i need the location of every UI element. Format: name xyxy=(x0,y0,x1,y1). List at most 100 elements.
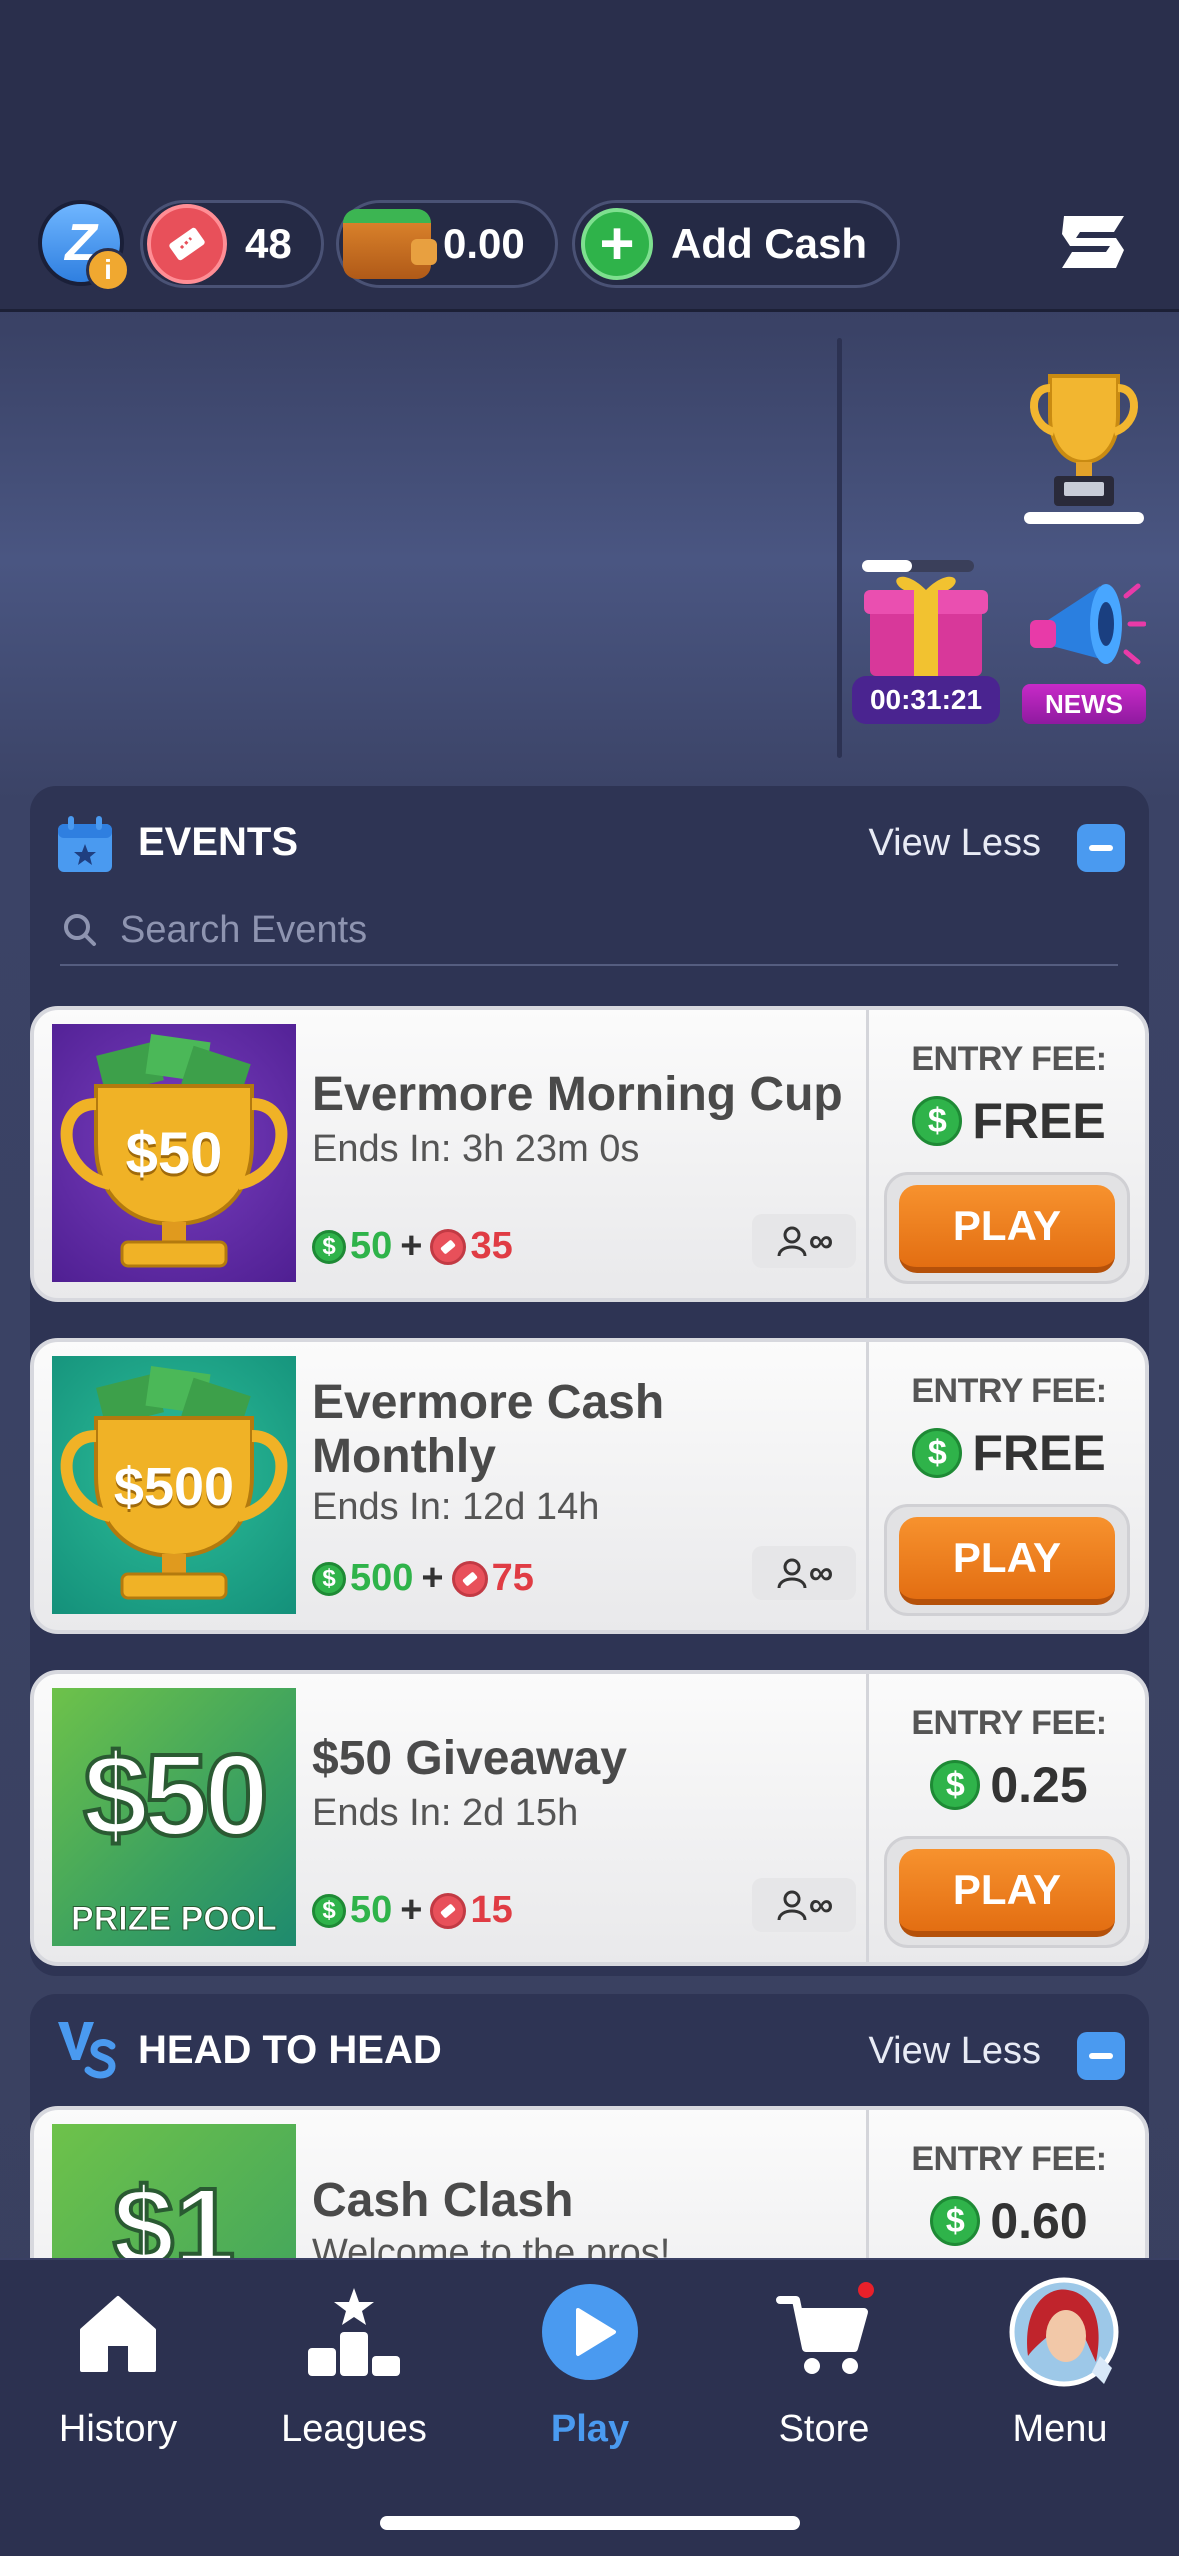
entry-fee-value: 0.60 xyxy=(990,2193,1088,2249)
versus-icon xyxy=(58,2022,116,2079)
trophy-icon[interactable] xyxy=(1022,366,1146,526)
play-button-frame: PLAY xyxy=(884,1504,1130,1616)
event-card[interactable]: $50 PRIZE POOL $50 Giveaway Ends In: 2d … xyxy=(30,1670,1149,1966)
ticket-count: 48 xyxy=(245,220,292,267)
nav-store[interactable]: Store xyxy=(724,2260,924,2460)
ticket-prize: 75 xyxy=(491,1557,534,1599)
nav-play-label: Play xyxy=(550,2408,630,2450)
bottom-nav: History Leagues Play Store Menu xyxy=(0,2258,1179,2556)
event-ends: Ends In: 2d 15h xyxy=(312,1792,579,1834)
entry-fee: $ FREE xyxy=(869,1424,1149,1482)
gift-icon xyxy=(862,560,988,676)
cash-icon: $ xyxy=(312,1893,346,1928)
profile-level-badge[interactable]: Z i xyxy=(38,200,130,292)
gift-reward-button[interactable]: 00:31:21 xyxy=(852,560,1000,724)
leagues-icon xyxy=(308,2288,400,2376)
event-ends: Ends In: 12d 14h xyxy=(312,1486,600,1528)
h2h-name: Cash Clash xyxy=(312,2174,574,2227)
ticket-prize: 35 xyxy=(470,1225,513,1267)
add-cash-button[interactable]: + Add Cash xyxy=(572,200,900,288)
nav-history-label: History xyxy=(58,2408,178,2450)
news-button[interactable]: NEWS xyxy=(1022,566,1147,724)
thumbnail-subtitle: PRIZE POOL xyxy=(71,1900,278,1939)
event-thumbnail: $50 xyxy=(52,1024,296,1282)
events-collapse-button[interactable] xyxy=(1077,824,1125,872)
user-icon xyxy=(777,1890,807,1921)
ticket-icon xyxy=(430,1228,467,1265)
entry-fee-label: ENTRY FEE: xyxy=(911,2140,1107,2178)
entry-fee-label: ENTRY FEE: xyxy=(911,1372,1107,1410)
cash-icon: $ xyxy=(930,1760,981,1810)
search-events-input[interactable]: Search Events xyxy=(60,896,1118,966)
thumbnail-prize: $50 xyxy=(125,1121,223,1186)
cash-icon: $ xyxy=(312,1229,346,1264)
play-button[interactable]: PLAY xyxy=(899,1185,1115,1273)
cart-icon xyxy=(776,2282,874,2374)
h2h-collapse-button[interactable] xyxy=(1077,2032,1125,2080)
megaphone-icon xyxy=(1030,583,1147,665)
cash-prize: 50 xyxy=(350,1225,393,1267)
nav-history[interactable]: History xyxy=(18,2260,218,2460)
h2h-header: HEAD TO HEAD View Less xyxy=(30,1994,1149,2104)
event-name-line2: Monthly xyxy=(312,1430,496,1483)
event-card[interactable]: $50 Evermore Morning Cup Ends In: 3h 23m… xyxy=(30,1006,1149,1302)
search-placeholder: Search Events xyxy=(120,908,368,951)
cash-icon: $ xyxy=(930,2196,981,2246)
entry-fee: $ 0.60 xyxy=(869,2192,1149,2250)
wallet-pill[interactable]: 0.00 xyxy=(336,200,558,288)
h2h-title: HEAD TO HEAD xyxy=(138,2028,442,2072)
event-name: Evermore Cash Monthly xyxy=(312,1376,664,1484)
event-card[interactable]: $500 Evermore Cash Monthly Ends In: 12d … xyxy=(30,1338,1149,1634)
calendar-icon xyxy=(58,816,112,872)
entry-fee: $ 0.25 xyxy=(869,1756,1149,1814)
search-icon xyxy=(64,914,96,946)
info-letter: i xyxy=(104,254,112,285)
play-button[interactable]: PLAY xyxy=(899,1849,1115,1937)
skillz-logo-icon[interactable] xyxy=(1054,208,1134,276)
cash-icon: $ xyxy=(912,1428,963,1478)
wallet-icon xyxy=(343,209,437,279)
nav-leagues-label: Leagues xyxy=(281,2408,427,2450)
entry-fee-value: 0.25 xyxy=(990,1757,1088,1813)
nav-leagues[interactable]: Leagues xyxy=(254,2260,454,2460)
events-view-less[interactable]: View Less xyxy=(868,822,1041,865)
players-badge: ∞ xyxy=(752,1546,856,1600)
rewards-divider xyxy=(837,338,842,758)
entry-fee-label: ENTRY FEE: xyxy=(911,1704,1107,1742)
plus-sign: + xyxy=(400,1225,423,1267)
play-button-frame: PLAY xyxy=(884,1836,1130,1948)
nav-play[interactable]: Play xyxy=(490,2260,690,2460)
play-button[interactable]: PLAY xyxy=(899,1517,1115,1605)
play-button-frame: PLAY xyxy=(884,1172,1130,1284)
players-count: ∞ xyxy=(808,1221,834,1260)
home-icon xyxy=(80,2296,156,2372)
events-title: EVENTS xyxy=(138,820,299,864)
tickets-pill[interactable]: 48 xyxy=(140,200,324,288)
event-prizes: $ 500 + 75 xyxy=(312,1557,534,1600)
h2h-view-less[interactable]: View Less xyxy=(868,2030,1041,2073)
ticket-icon xyxy=(147,204,227,284)
players-count: ∞ xyxy=(808,1553,834,1592)
plus-sign: + xyxy=(400,1889,423,1931)
event-prizes: $ 50 + 15 xyxy=(312,1889,513,1932)
entry-fee: $ FREE xyxy=(869,1092,1149,1150)
event-name: Evermore Morning Cup xyxy=(312,1068,843,1121)
event-name: $50 Giveaway xyxy=(312,1732,627,1785)
play-icon xyxy=(542,2284,638,2380)
event-prizes: $ 50 + 35 xyxy=(312,1225,513,1268)
cash-prize: 50 xyxy=(350,1889,393,1931)
news-label: NEWS xyxy=(1022,684,1146,724)
home-indicator xyxy=(380,2516,800,2530)
ticket-icon xyxy=(451,1560,488,1597)
user-icon xyxy=(777,1558,807,1589)
nav-menu[interactable]: Menu xyxy=(960,2260,1160,2460)
cash-icon: $ xyxy=(912,1096,963,1146)
top-bar: Z i 48 0.00 + Add Cash xyxy=(0,0,1179,312)
info-icon[interactable]: i xyxy=(86,248,130,292)
event-thumbnail: $500 xyxy=(52,1356,296,1614)
gift-timer: 00:31:21 xyxy=(852,676,1000,724)
players-badge: ∞ xyxy=(752,1878,856,1932)
thumbnail-prize: $50 xyxy=(81,1728,271,1862)
cash-icon: $ xyxy=(312,1561,346,1596)
players-count: ∞ xyxy=(808,1885,834,1924)
